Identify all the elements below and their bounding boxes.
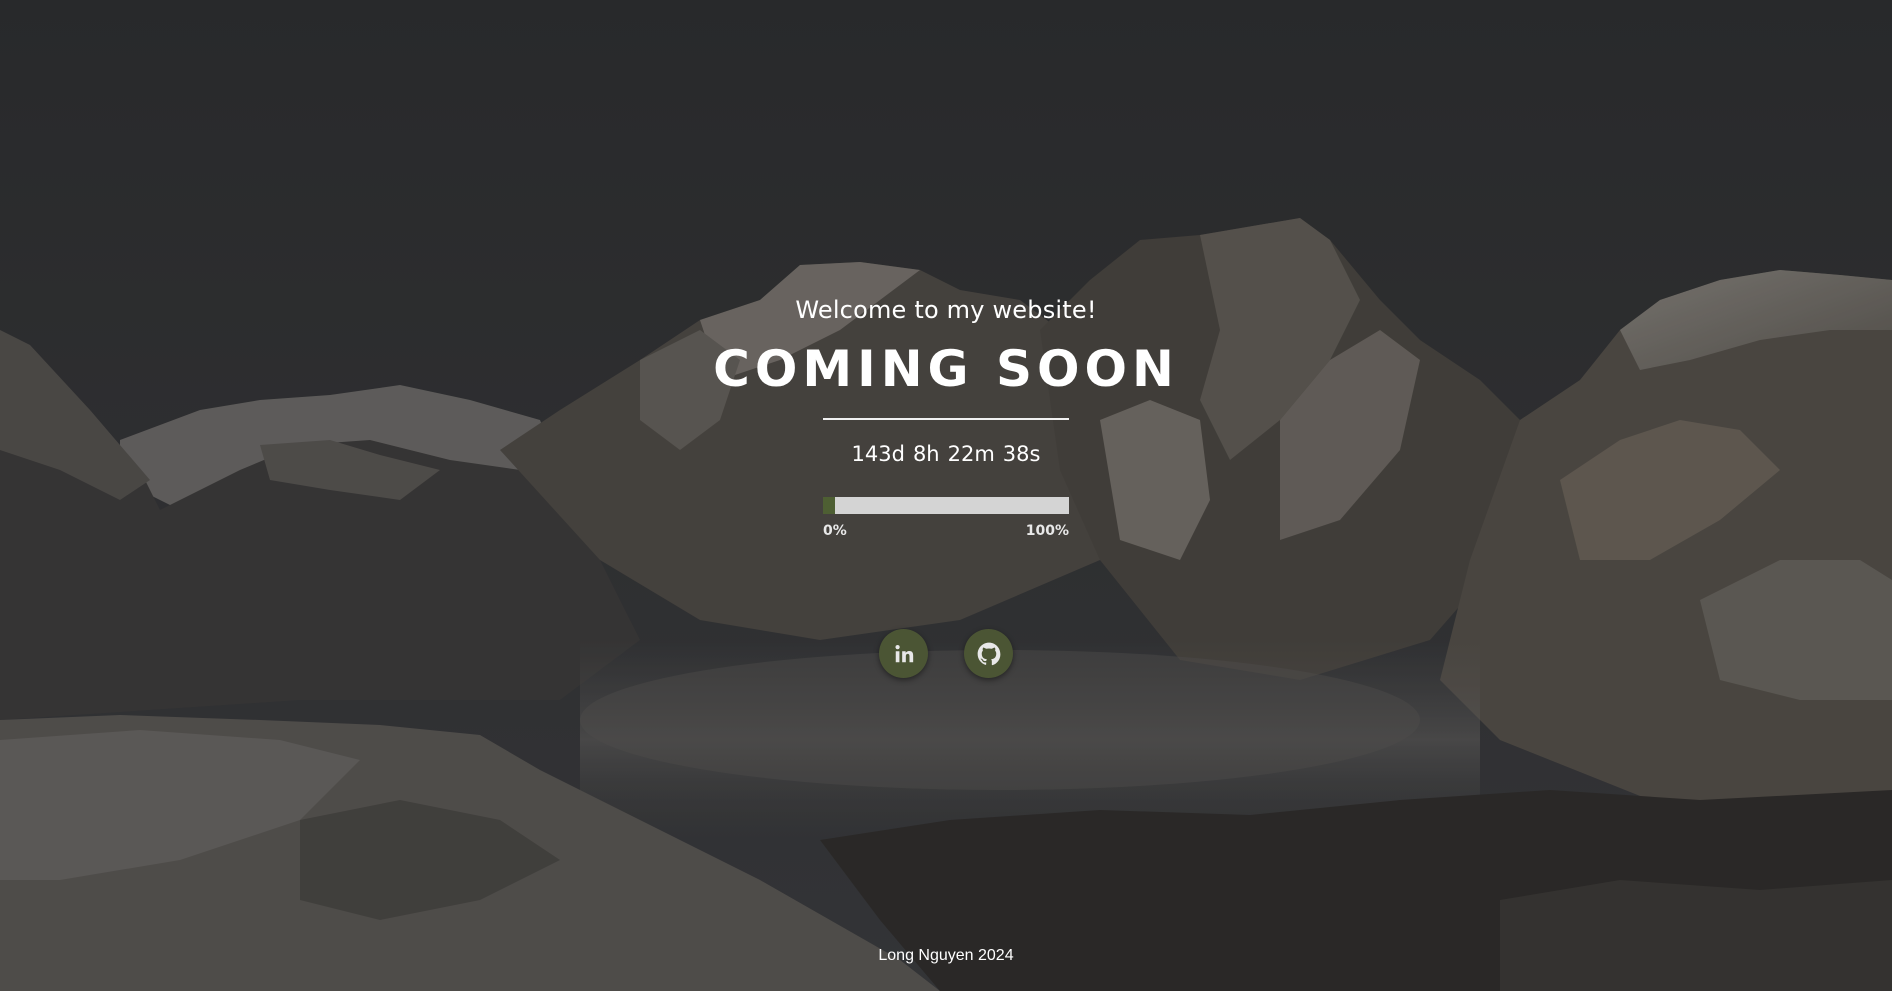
title-divider bbox=[823, 418, 1069, 420]
countdown-timer: 143d 8h 22m 38s bbox=[0, 442, 1892, 466]
dark-overlay bbox=[0, 0, 1892, 991]
footer-text: Long Nguyen 2024 bbox=[878, 947, 1014, 964]
progress-bar: 0% 100% bbox=[823, 497, 1069, 539]
linkedin-icon bbox=[893, 643, 915, 665]
progress-labels: 0% 100% bbox=[823, 523, 1069, 539]
github-button[interactable] bbox=[964, 629, 1013, 678]
linkedin-button[interactable] bbox=[879, 629, 928, 678]
progress-label-start: 0% bbox=[823, 523, 847, 539]
coming-soon-page: Welcome to my website! COMING SOON 143d 8… bbox=[0, 0, 1892, 991]
page-title: COMING SOON bbox=[713, 340, 1179, 398]
countdown-hours: 8h bbox=[912, 442, 940, 466]
countdown-seconds: 38s bbox=[1002, 442, 1041, 466]
countdown-days: 143d bbox=[851, 442, 905, 466]
progress-track bbox=[823, 497, 1069, 514]
welcome-text: Welcome to my website! bbox=[795, 296, 1097, 324]
progress-fill bbox=[823, 497, 836, 514]
github-icon bbox=[976, 641, 1002, 667]
social-links bbox=[879, 629, 1013, 678]
countdown-minutes: 22m bbox=[947, 442, 995, 466]
progress-label-end: 100% bbox=[1025, 523, 1069, 539]
